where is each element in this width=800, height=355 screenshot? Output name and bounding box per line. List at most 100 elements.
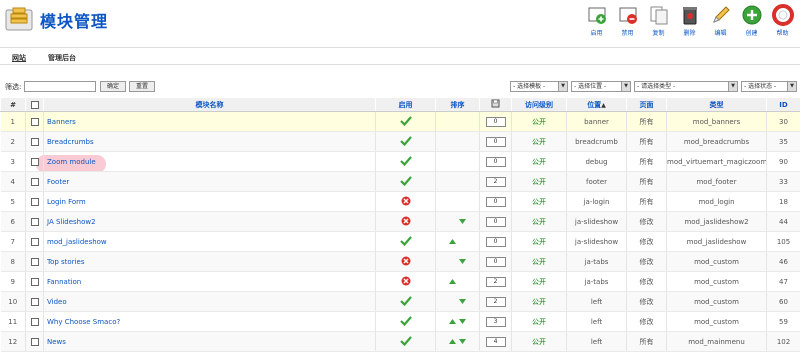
move-down-icon[interactable] — [459, 218, 466, 224]
order-input[interactable]: 0 — [485, 116, 506, 127]
order-input[interactable]: 3 — [485, 316, 506, 327]
type-select[interactable]: - 请选择类型 - ▼ — [634, 81, 738, 92]
status-toggle[interactable] — [375, 131, 436, 152]
col-type[interactable]: 类型 — [666, 97, 767, 112]
published-check-icon[interactable] — [399, 135, 412, 146]
move-up-icon[interactable] — [449, 238, 456, 244]
submenu-site-link[interactable]: 网站 — [12, 53, 26, 63]
published-check-icon[interactable] — [399, 175, 412, 186]
copy-button[interactable]: 复制 — [643, 4, 674, 40]
published-check-icon[interactable] — [399, 335, 412, 346]
status-toggle[interactable] — [375, 251, 436, 272]
access-level[interactable]: 公开 — [511, 331, 567, 352]
delete-button[interactable]: 删除 — [674, 4, 705, 40]
status-toggle[interactable] — [375, 331, 436, 352]
access-level[interactable]: 公开 — [511, 151, 567, 172]
published-check-icon[interactable] — [399, 155, 412, 166]
row-checkbox-cell[interactable] — [25, 311, 44, 332]
module-name-link[interactable]: Banners — [43, 111, 376, 132]
order-input[interactable]: 0 — [485, 136, 506, 147]
status-toggle[interactable] — [375, 191, 436, 212]
order-input[interactable]: 0 — [485, 216, 506, 227]
published-check-icon[interactable] — [399, 315, 412, 326]
row-checkbox[interactable] — [30, 237, 39, 246]
published-check-icon[interactable] — [399, 115, 412, 126]
row-checkbox-cell[interactable] — [25, 211, 44, 232]
order-input[interactable]: 4 — [485, 336, 506, 347]
row-checkbox-cell[interactable] — [25, 191, 44, 212]
module-name-link[interactable]: Breadcrumbs — [43, 131, 376, 152]
order-input[interactable]: 0 — [485, 236, 506, 247]
col-select-all[interactable] — [25, 97, 44, 112]
move-up-icon[interactable] — [449, 338, 456, 344]
row-checkbox[interactable] — [30, 197, 39, 206]
unpublished-x-icon[interactable] — [401, 256, 411, 266]
order-input[interactable]: 2 — [485, 276, 506, 287]
access-level[interactable]: 公开 — [511, 311, 567, 332]
access-level[interactable]: 公开 — [511, 231, 567, 252]
col-position[interactable]: 位置▲ — [566, 97, 627, 112]
module-name-link[interactable]: Video — [43, 291, 376, 312]
row-checkbox-cell[interactable] — [25, 291, 44, 312]
module-name-link[interactable]: Top stories — [43, 251, 376, 272]
row-checkbox-cell[interactable] — [25, 331, 44, 352]
col-pages[interactable]: 页面 — [626, 97, 667, 112]
access-level[interactable]: 公开 — [511, 171, 567, 192]
publish-button[interactable]: 启用 — [581, 4, 612, 40]
move-up-icon[interactable] — [449, 318, 456, 324]
module-name-link[interactable]: mod_jaslideshow — [43, 231, 376, 252]
module-name-link[interactable]: Fannation — [43, 271, 376, 292]
module-name-link[interactable]: Login Form — [43, 191, 376, 212]
access-level[interactable]: 公开 — [511, 211, 567, 232]
col-order[interactable]: 排序 — [435, 97, 480, 112]
col-name[interactable]: 模块名称 — [43, 97, 376, 112]
status-toggle[interactable] — [375, 231, 436, 252]
move-down-icon[interactable] — [459, 258, 466, 264]
row-checkbox[interactable] — [30, 177, 39, 186]
access-level[interactable]: 公开 — [511, 291, 567, 312]
row-checkbox-cell[interactable] — [25, 231, 44, 252]
unpublished-x-icon[interactable] — [401, 196, 411, 206]
status-toggle[interactable] — [375, 291, 436, 312]
row-checkbox-cell[interactable] — [25, 151, 44, 172]
status-toggle[interactable] — [375, 271, 436, 292]
col-id[interactable]: ID — [766, 97, 800, 112]
unpublish-button[interactable]: 禁用 — [612, 4, 643, 40]
module-name-link[interactable]: Zoom module — [43, 151, 376, 172]
access-level[interactable]: 公开 — [511, 131, 567, 152]
position-select[interactable]: - 选择位置 - ▼ — [571, 81, 631, 92]
module-name-link[interactable]: Footer — [43, 171, 376, 192]
unpublished-x-icon[interactable] — [401, 276, 411, 286]
status-toggle[interactable] — [375, 111, 436, 132]
access-level[interactable]: 公开 — [511, 111, 567, 132]
row-checkbox[interactable] — [30, 277, 39, 286]
row-checkbox[interactable] — [30, 117, 39, 126]
published-check-icon[interactable] — [399, 235, 412, 246]
access-level[interactable]: 公开 — [511, 251, 567, 272]
move-down-icon[interactable] — [459, 338, 466, 344]
module-name-link[interactable]: Why Choose Smaco? — [43, 311, 376, 332]
access-level[interactable]: 公开 — [511, 271, 567, 292]
move-down-icon[interactable] — [459, 298, 466, 304]
row-checkbox[interactable] — [30, 137, 39, 146]
filter-input[interactable] — [24, 81, 96, 92]
access-level[interactable]: 公开 — [511, 191, 567, 212]
new-button[interactable]: 创建 — [736, 4, 767, 40]
module-name-link[interactable]: JA Slideshow2 — [43, 211, 376, 232]
unpublished-x-icon[interactable] — [401, 216, 411, 226]
row-checkbox[interactable] — [30, 297, 39, 306]
status-toggle[interactable] — [375, 311, 436, 332]
col-enabled[interactable]: 启用 — [375, 97, 436, 112]
move-down-icon[interactable] — [459, 318, 466, 324]
published-check-icon[interactable] — [399, 295, 412, 306]
status-toggle[interactable] — [375, 171, 436, 192]
row-checkbox[interactable] — [30, 217, 39, 226]
status-toggle[interactable] — [375, 211, 436, 232]
order-input[interactable]: 2 — [485, 296, 506, 307]
row-checkbox[interactable] — [30, 257, 39, 266]
template-select[interactable]: - 选择模板 - ▼ — [510, 81, 568, 92]
select-all-checkbox[interactable] — [30, 100, 39, 109]
edit-button[interactable]: 编辑 — [705, 4, 736, 40]
col-access[interactable]: 访问级别 — [511, 97, 567, 112]
row-checkbox[interactable] — [30, 317, 39, 326]
